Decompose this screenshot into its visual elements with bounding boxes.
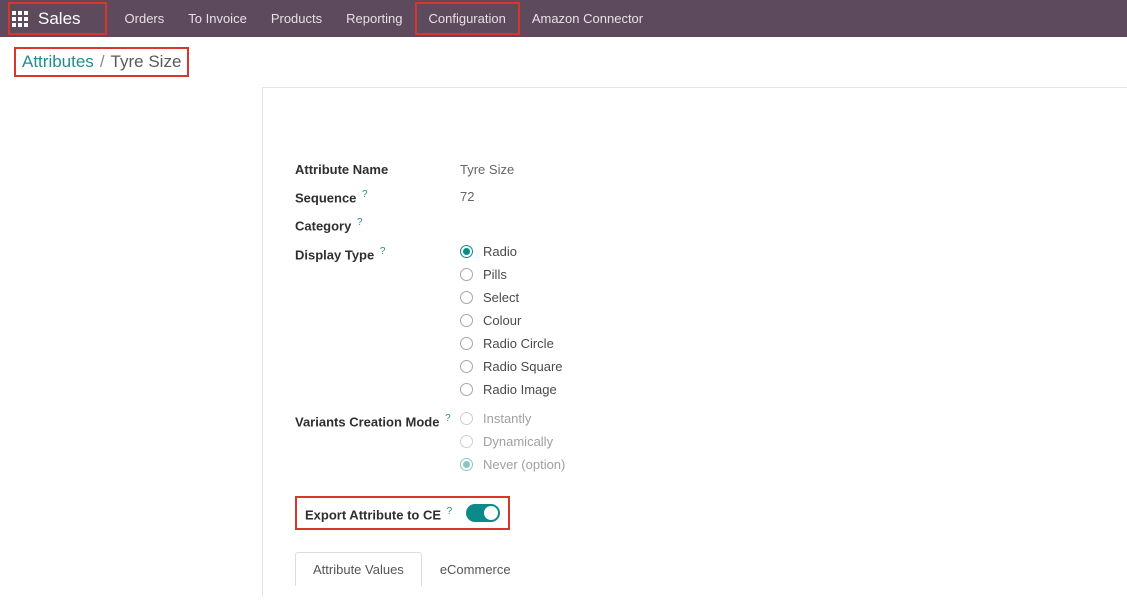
radio-label: Dynamically [483,434,553,449]
form-sheet: Attribute Name Tyre Size Sequence ? 72 C… [262,87,1127,597]
label-sequence: Sequence ? [295,187,460,205]
radio-display-radio-square[interactable]: Radio Square [460,359,563,374]
value-attribute-name[interactable]: Tyre Size [460,160,514,177]
radio-display-select[interactable]: Select [460,290,563,305]
breadcrumb: Attributes / Tyre Size [14,47,189,77]
label-display-type: Display Type ? [295,244,460,262]
topbar: Sales Orders To Invoice Products Reporti… [0,0,1127,37]
breadcrumb-container: Attributes / Tyre Size [0,37,1127,87]
display-type-options: Radio Pills Select Colour Radio Circle R… [460,244,563,397]
label-variants-mode-text: Variants Creation Mode [295,414,439,429]
nav-configuration[interactable]: Configuration [415,2,520,35]
radio-display-radio-image[interactable]: Radio Image [460,382,563,397]
help-icon[interactable]: ? [362,189,368,200]
radio-label: Radio Square [483,359,563,374]
nav-orders[interactable]: Orders [113,0,177,37]
label-display-type-text: Display Type [295,247,374,262]
tab-attribute-values[interactable]: Attribute Values [295,552,422,586]
radio-label: Colour [483,313,521,328]
breadcrumb-separator: / [100,52,105,72]
row-attribute-name: Attribute Name Tyre Size [295,160,1095,177]
label-category: Category ? [295,215,460,233]
label-variants-mode: Variants Creation Mode ? [295,411,460,429]
help-icon[interactable]: ? [357,217,363,228]
radio-label: Radio Image [483,382,557,397]
radio-icon [460,337,473,350]
row-sequence: Sequence ? 72 [295,187,1095,205]
radio-icon [460,268,473,281]
detail-tabs: Attribute Values eCommerce [295,552,1095,586]
radio-label: Instantly [483,411,531,426]
radio-icon [460,412,473,425]
label-export-attribute-text: Export Attribute to CE [305,507,441,522]
row-display-type: Display Type ? Radio Pills Select Colour [295,244,1095,397]
radio-display-radio-circle[interactable]: Radio Circle [460,336,563,351]
toggle-export-attribute[interactable] [466,504,500,522]
breadcrumb-parent[interactable]: Attributes [22,52,94,72]
row-export-attribute: Export Attribute to CE ? [295,496,510,530]
label-export-attribute: Export Attribute to CE ? [305,504,452,522]
radio-icon [460,314,473,327]
row-variants-mode: Variants Creation Mode ? Instantly Dynam… [295,411,1095,472]
apps-icon[interactable] [12,11,28,27]
tab-ecommerce[interactable]: eCommerce [422,552,529,586]
help-icon[interactable]: ? [447,506,453,517]
row-category: Category ? [295,215,1095,233]
nav-reporting[interactable]: Reporting [334,0,414,37]
radio-label: Pills [483,267,507,282]
help-icon[interactable]: ? [445,413,451,424]
nav-products[interactable]: Products [259,0,334,37]
radio-label: Never (option) [483,457,565,472]
nav-amazon-connector[interactable]: Amazon Connector [520,0,655,37]
breadcrumb-current: Tyre Size [111,52,182,72]
label-category-text: Category [295,219,351,234]
radio-display-colour[interactable]: Colour [460,313,563,328]
nav-to-invoice[interactable]: To Invoice [176,0,259,37]
value-sequence[interactable]: 72 [460,187,474,204]
radio-icon [460,291,473,304]
toggle-knob [484,506,498,520]
radio-display-radio[interactable]: Radio [460,244,563,259]
radio-icon [460,383,473,396]
radio-label: Radio Circle [483,336,554,351]
radio-label: Select [483,290,519,305]
radio-icon [460,245,473,258]
radio-variants-instantly: Instantly [460,411,565,426]
radio-icon [460,435,473,448]
radio-icon [460,458,473,471]
variants-mode-options: Instantly Dynamically Never (option) [460,411,565,472]
help-icon[interactable]: ? [380,246,386,257]
radio-display-pills[interactable]: Pills [460,267,563,282]
brand-title[interactable]: Sales [38,9,81,29]
radio-label: Radio [483,244,517,259]
label-attribute-name: Attribute Name [295,160,460,177]
radio-icon [460,360,473,373]
radio-variants-never: Never (option) [460,457,565,472]
label-sequence-text: Sequence [295,190,356,205]
radio-variants-dynamically: Dynamically [460,434,565,449]
